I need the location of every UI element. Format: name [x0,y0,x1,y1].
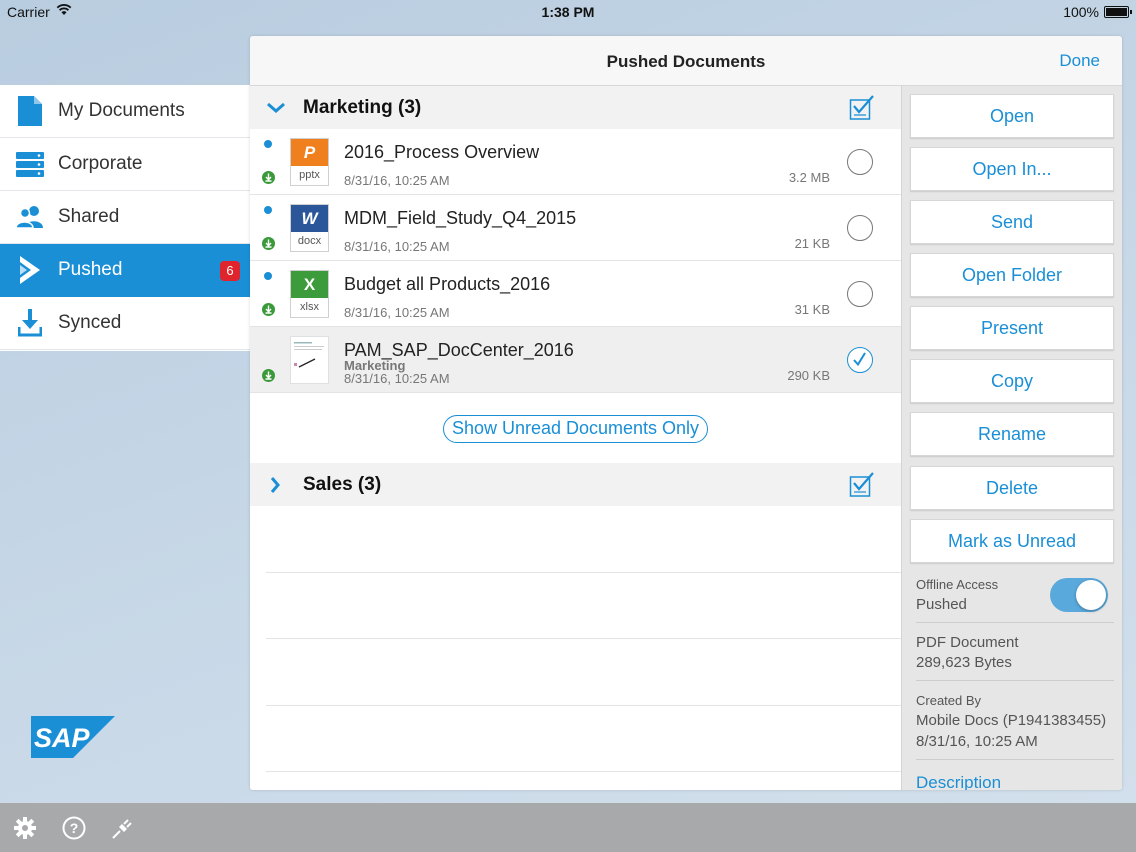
select-radio-checked[interactable] [847,347,873,373]
document-size: 290 KB [787,368,830,383]
sidebar-item-label: Shared [58,206,120,227]
sidebar-item-label: Pushed [58,259,123,280]
select-radio[interactable] [847,281,873,307]
pushed-icon [16,255,44,285]
divider [266,638,901,639]
clock: 1:38 PM [541,4,595,20]
document-name: Budget all Products_2016 [344,274,551,294]
downloaded-icon [262,171,275,184]
send-button[interactable]: Send [910,200,1114,244]
offline-access-label: Offline Access [916,577,999,592]
document-size: 21 KB [794,236,830,251]
divider [266,771,901,772]
svg-text:?: ? [70,820,79,836]
open-folder-button[interactable]: Open Folder [910,253,1114,297]
offline-access-toggle[interactable] [1050,578,1108,612]
pushed-documents-panel: Pushed Documents Done Marketing (3) P pp… [250,36,1122,790]
select-radio[interactable] [847,149,873,175]
xlsx-file-icon: X xlsx [290,270,329,318]
svg-text:SAP: SAP [34,723,91,753]
rename-button[interactable]: Rename [910,412,1114,456]
sidebar: My Documents Corporate Shared Pushed 6 S… [0,85,250,351]
downloaded-icon [262,303,275,316]
battery-percent: 100% [1063,4,1099,20]
chevron-right-icon[interactable] [266,475,286,495]
unread-indicator [264,140,272,148]
select-all-icon[interactable] [849,95,875,121]
divider [916,622,1114,623]
sidebar-item-synced[interactable]: Synced [0,297,250,350]
mark-as-unread-button[interactable]: Mark as Unread [910,519,1114,563]
panel-title: Pushed Documents [606,52,766,71]
document-date: 8/31/16, 10:25 AM [344,173,450,188]
divider [916,680,1114,681]
copy-button[interactable]: Copy [910,359,1114,403]
document-bytes: 289,623 Bytes [916,654,1012,671]
unread-badge: 6 [220,261,240,281]
document-date: 8/31/16, 10:25 AM [344,371,450,386]
divider [266,705,901,706]
open-in-button[interactable]: Open In... [910,147,1114,191]
pptx-file-icon: P pptx [290,138,329,186]
select-radio[interactable] [847,215,873,241]
unread-indicator [264,206,272,214]
show-unread-button[interactable]: Show Unread Documents Only [443,415,708,443]
document-icon [16,96,44,126]
plug-icon[interactable] [111,816,135,840]
done-button[interactable]: Done [1059,51,1100,71]
group-header-marketing[interactable]: Marketing (3) [250,86,901,129]
select-all-icon[interactable] [849,472,875,498]
sidebar-item-pushed[interactable]: Pushed 6 [0,244,250,297]
gear-icon[interactable] [13,816,37,840]
open-button[interactable]: Open [910,94,1114,138]
present-button[interactable]: Present [910,306,1114,350]
delete-button[interactable]: Delete [910,466,1114,510]
downloaded-icon [262,237,275,250]
document-list: Marketing (3) P pptx 2016_Process Overvi… [250,86,901,790]
actions-panel: Open Open In... Send Open Folder Present… [901,86,1122,790]
created-by-value: Mobile Docs (P1941383455) [916,712,1107,729]
people-icon [16,202,44,232]
panel-header: Pushed Documents Done [250,36,1122,86]
chevron-down-icon[interactable] [266,98,286,118]
description-link[interactable]: Description [916,773,1001,790]
group-title: Sales (3) [303,474,382,495]
created-date: 8/31/16, 10:25 AM [916,733,1038,750]
sidebar-item-label: My Documents [58,100,185,121]
help-icon[interactable]: ? [62,816,86,840]
document-name: MDM_Field_Study_Q4_2015 [344,208,577,228]
downloaded-icon [262,369,275,382]
divider [916,759,1114,760]
document-name: 2016_Process Overview [344,142,540,162]
unread-indicator [264,272,272,280]
server-icon [16,149,44,179]
sidebar-item-corporate[interactable]: Corporate [0,138,250,191]
document-date: 8/31/16, 10:25 AM [344,239,450,254]
status-bar: Carrier 1:38 PM 100% [0,0,1136,24]
sidebar-item-label: Corporate [58,153,143,174]
document-date: 8/31/16, 10:25 AM [344,305,450,320]
group-header-sales[interactable]: Sales (3) [250,463,901,506]
document-row[interactable]: W docx MDM_Field_Study_Q4_2015 8/31/16, … [250,195,901,261]
document-type: PDF Document [916,634,1019,651]
document-size: 31 KB [794,302,830,317]
download-icon [16,308,44,338]
sidebar-item-shared[interactable]: Shared [0,191,250,244]
created-by-label: Created By [916,693,982,708]
pdf-thumbnail-icon [290,336,329,384]
sidebar-item-my-documents[interactable]: My Documents [0,85,250,138]
bottom-toolbar: ? [0,803,1136,852]
document-row[interactable]: X xlsx Budget all Products_2016 8/31/16,… [250,261,901,327]
sidebar-item-label: Synced [58,312,122,333]
sap-logo: SAP [31,716,115,763]
document-row[interactable]: P pptx 2016_Process Overview 8/31/16, 10… [250,129,901,195]
group-title: Marketing (3) [303,97,422,118]
document-row-selected[interactable]: PAM_SAP_DocCenter_2016 Marketing 8/31/16… [250,327,901,393]
docx-file-icon: W docx [290,204,329,252]
divider [266,572,901,573]
battery-icon [1104,6,1132,18]
offline-access-value: Pushed [916,596,967,613]
document-size: 3.2 MB [788,170,830,185]
toggle-knob [1076,580,1106,610]
